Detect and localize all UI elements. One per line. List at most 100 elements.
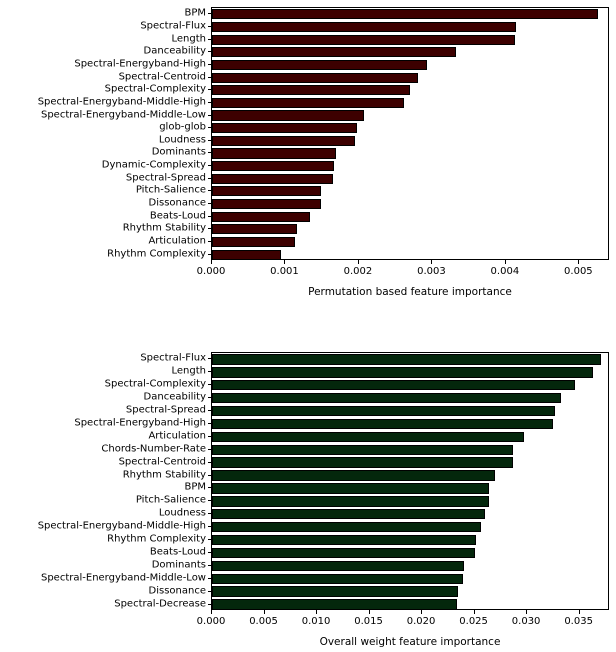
y-tick-mark [207,590,211,592]
bar-fill [212,457,514,468]
bar-fill [212,405,556,417]
permutation-chart-plot-area [211,7,609,260]
bar-spectral-centroid [212,457,608,468]
bar-fill [212,534,476,546]
bar-fill [212,148,337,159]
bar-fill [212,199,321,210]
y-tick-mark [207,63,211,65]
y-tick-label: Beats-Loud [149,210,206,222]
bar-fill [212,224,298,235]
y-tick-mark [207,461,211,463]
x-tick-mark [473,610,475,614]
permutation-chart-bars [212,8,608,260]
y-tick-label: BPM [184,481,206,493]
bar-fill [212,135,356,146]
x-tick-mark [357,260,359,264]
bar-glob-glob [212,123,608,134]
bar-rhythm-stability [212,224,608,235]
x-tick-mark [211,610,212,614]
x-tick-mark [211,260,212,264]
y-tick-mark [207,526,211,528]
y-tick-mark [207,152,211,154]
y-tick-mark [207,38,211,40]
y-tick-label: Spectral-Flux [140,20,206,32]
y-tick-label: Pitch-Salience [135,184,206,196]
y-tick-mark [207,410,211,412]
x-tick-mark [368,610,370,614]
bar-loudness [212,135,608,146]
x-tick-label: 0.030 [511,616,541,627]
bar-fill [212,560,465,571]
y-tick-mark [207,76,211,78]
y-tick-mark [207,577,211,579]
bar-fill [212,47,456,58]
y-tick-label: Rhythm Stability [122,469,206,481]
bar-fill [212,249,282,260]
bar-spectral-energyband-middle-high [212,521,608,533]
bar-spectral-spread [212,173,608,184]
y-tick-label: Spectral-Centroid [118,71,206,83]
bar-rhythm-complexity [212,534,608,546]
y-tick-label: Spectral-Flux [140,352,206,364]
y-tick-mark [207,539,211,541]
bar-spectral-energyband-middle-low [212,110,608,121]
bar-dynamic-complexity [212,161,608,172]
bar-spectral-complexity [212,85,608,96]
overall-weight-chart-bars [212,353,608,610]
y-tick-mark [207,487,211,489]
x-tick-mark [526,610,528,614]
y-tick-mark [207,13,211,15]
bar-dominants [212,148,608,159]
y-tick-mark [207,101,211,103]
bar-fill [212,161,334,172]
y-tick-label: BPM [184,7,206,19]
bar-fill [212,21,517,33]
bar-length [212,367,608,378]
bar-fill [212,380,576,391]
y-tick-label: Loudness [158,507,206,519]
bar-fill [212,496,490,507]
x-tick-label: 0.035 [564,616,593,627]
y-tick-mark [207,384,211,386]
y-tick-mark [207,89,211,91]
y-tick-mark [207,551,211,553]
bar-fill [212,418,554,430]
bar-bpm [212,9,608,20]
y-tick-label: Spectral-Energyband-High [74,417,206,429]
x-tick-label: 0.001 [270,266,299,277]
bar-dissonance [212,586,608,597]
y-tick-label: Length [171,365,207,377]
x-tick-label: 0.005 [249,616,278,627]
y-tick-label: Articulation [148,430,206,442]
y-tick-label: Spectral-Spread [125,404,206,416]
bar-danceability [212,47,608,58]
bar-fill [212,211,311,222]
y-tick-mark [207,253,211,255]
y-tick-mark [207,397,211,399]
bar-fill [212,586,458,597]
bar-fill [212,72,419,83]
y-tick-mark [207,448,211,450]
y-tick-mark [207,358,211,360]
bar-fill [212,186,322,197]
bar-articulation [212,431,608,442]
bar-spectral-decrease [212,599,608,610]
bar-spectral-spread [212,405,608,417]
x-tick-mark [431,260,433,264]
bar-bpm [212,483,608,494]
y-tick-mark [207,474,211,476]
bar-dominants [212,560,608,571]
y-tick-label: Spectral-Energyband-Middle-High [37,96,206,108]
x-tick-mark [316,610,318,614]
overall-weight-chart-y-axis-labels: Spectral-Flux Length Spectral-Complexity Da… [0,330,206,652]
bar-beats-loud [212,547,608,559]
bar-fill [212,367,594,378]
x-tick-mark [504,260,506,264]
bar-fill [212,392,561,404]
y-tick-mark [207,371,211,373]
bar-spectral-flux [212,21,608,33]
bar-spectral-flux [212,354,608,365]
bar-fill [212,34,515,45]
bar-fill [212,483,490,494]
bar-fill [212,599,457,610]
